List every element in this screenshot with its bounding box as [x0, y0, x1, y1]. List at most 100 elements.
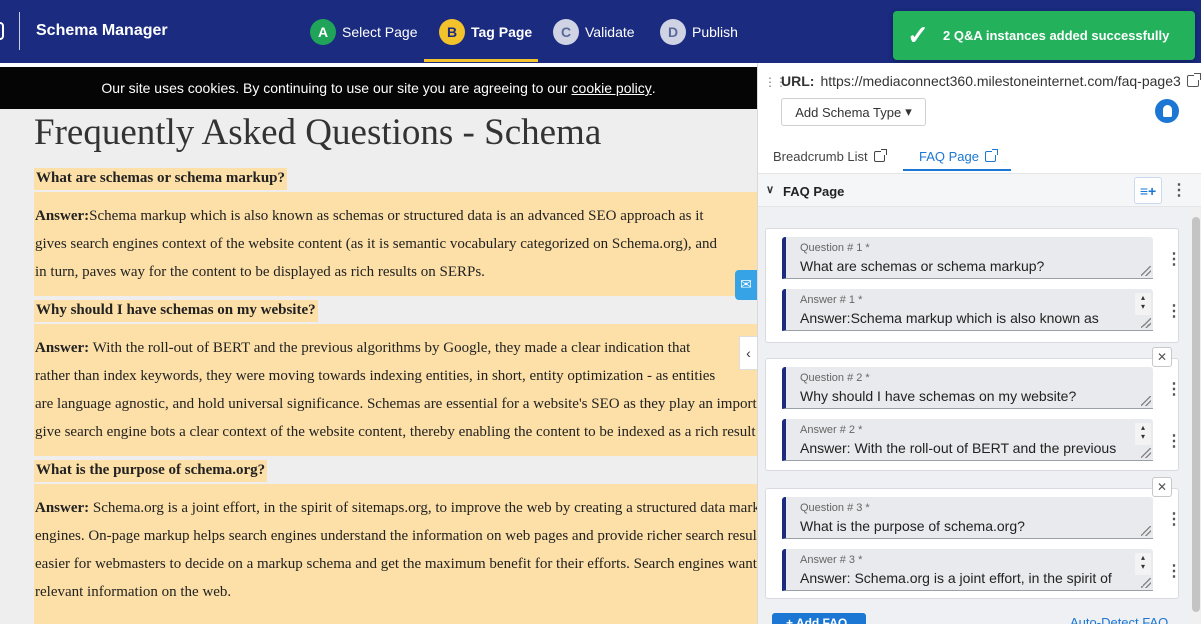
preview-page-title: Frequently Asked Questions - Schema	[34, 112, 602, 153]
preview-question[interactable]: What is the purpose of schema.org?	[34, 460, 268, 482]
external-link-icon[interactable]	[1186, 73, 1201, 87]
step-tag-page[interactable]: B Tag Page	[439, 18, 532, 46]
answer-field[interactable]: Answer # 1 * Answer:Schema markup which …	[782, 289, 1153, 331]
answer-line: rather than index keywords, they were mo…	[35, 368, 716, 384]
step-a-badge: A	[310, 19, 336, 45]
field-label: Question # 2 *	[800, 372, 870, 384]
field-value: Answer:Schema markup which is also known…	[800, 310, 1099, 326]
more-vert-icon[interactable]: ⋮	[1166, 304, 1182, 320]
more-vert-icon[interactable]: ⋮	[1166, 434, 1182, 450]
answer-lead: Answer:	[35, 208, 90, 224]
add-faq-button[interactable]: + Add FAQ	[772, 613, 866, 624]
check-icon: ✓	[907, 20, 929, 50]
more-vert-icon[interactable]: ⋮	[1166, 512, 1182, 528]
preview-answer[interactable]: Answer: With the roll-out of BERT and th…	[34, 324, 757, 456]
field-value: What is the purpose of schema.org?	[800, 518, 1025, 534]
resize-handle-icon[interactable]	[1141, 578, 1151, 588]
step-label: Publish	[692, 24, 738, 40]
step-select-page[interactable]: A Select Page	[310, 18, 418, 46]
preview-question[interactable]: Why should I have schemas on my website?	[34, 300, 318, 322]
field-value: Why should I have schemas on my website?	[800, 388, 1077, 404]
step-d-badge: D	[660, 19, 686, 45]
answer-line: relevant information on the web.	[35, 584, 232, 600]
faq-card: Question # 2 * Why should I have schemas…	[765, 358, 1182, 471]
page-url: https://mediaconnect360.milestoneinterne…	[820, 73, 1181, 89]
external-link-icon[interactable]	[984, 149, 998, 162]
step-c-badge: C	[553, 19, 579, 45]
resize-handle-icon[interactable]	[1141, 448, 1151, 458]
scroll-arrows-icon[interactable]: ▴ ▾	[1135, 423, 1151, 445]
caret-down-icon: ▾	[905, 104, 912, 119]
answer-lead: Answer:	[35, 340, 90, 356]
step-label: Select Page	[342, 24, 418, 40]
page-preview: Frequently Asked Questions - Schema What…	[0, 109, 757, 624]
more-vert-icon[interactable]: ⋮	[1166, 564, 1182, 580]
add-schema-label: Add Schema Type	[795, 104, 902, 120]
step-publish[interactable]: D Publish	[660, 18, 738, 46]
more-vert-icon[interactable]: ⋮	[1171, 183, 1187, 199]
field-label: Question # 1 *	[800, 242, 870, 254]
faq-list: Question # 1 * What are schemas or schem…	[758, 207, 1190, 624]
section-title: FAQ Page	[783, 184, 845, 199]
playlist-add-icon[interactable]: ≡+	[1134, 177, 1162, 204]
success-toast: ✓ 2 Q&A instances added successfully	[893, 11, 1195, 60]
more-vert-icon[interactable]: ⋮	[1166, 252, 1182, 268]
add-schema-type-button[interactable]: Add Schema Type ▾	[781, 98, 926, 126]
resize-handle-icon[interactable]	[1141, 526, 1151, 536]
panel-scrollbar[interactable]	[1190, 207, 1201, 624]
question-field[interactable]: Question # 3 * What is the purpose of sc…	[782, 497, 1153, 539]
field-label: Answer # 3 *	[800, 554, 863, 566]
faq-section-header[interactable]: ∨ FAQ Page ≡+ ⋮	[758, 173, 1201, 207]
field-value: Answer: With the roll-out of BERT and th…	[800, 440, 1117, 456]
chevron-down-icon[interactable]: ∨	[766, 183, 774, 196]
chat-icon[interactable]: ✉	[735, 270, 757, 300]
answer-line: are language agnostic, and hold universa…	[35, 396, 757, 412]
close-icon[interactable]: ✕	[1152, 347, 1172, 367]
preview-question[interactable]: What are schemas or schema markup?	[34, 168, 288, 190]
question-field[interactable]: Question # 1 * What are schemas or schem…	[782, 237, 1153, 279]
cookie-text-end: .	[651, 80, 656, 96]
tab-breadcrumb-list[interactable]: Breadcrumb List	[773, 149, 887, 164]
answer-line: gives search engines context of the webs…	[35, 236, 717, 252]
url-label: URL:	[781, 73, 815, 89]
tab-faq-page[interactable]: FAQ Page	[919, 149, 998, 164]
scroll-arrows-icon[interactable]: ▴ ▾	[1135, 553, 1151, 575]
answer-field[interactable]: Answer # 2 * Answer: With the roll-out o…	[782, 419, 1153, 461]
scrollbar-thumb[interactable]	[1192, 217, 1200, 612]
preview-answer[interactable]: Answer: Schema.org is a joint effort, in…	[34, 484, 757, 624]
answer-line: Schema.org is a joint effort, in the spi…	[89, 500, 757, 516]
cookie-policy-link[interactable]: cookie policy	[572, 80, 652, 96]
field-label: Answer # 1 *	[800, 294, 863, 306]
resize-handle-icon[interactable]	[1141, 318, 1151, 328]
answer-line: engines. On-page markup helps search eng…	[35, 528, 757, 544]
field-value: What are schemas or schema markup?	[800, 258, 1045, 274]
app-logo-icon	[0, 22, 4, 40]
answer-field[interactable]: Answer # 3 * Answer: Schema.org is a joi…	[782, 549, 1153, 591]
answer-line: Schema markup which is also known as sch…	[89, 208, 704, 224]
answer-line: easier for webmasters to decide on a mar…	[35, 556, 757, 572]
schema-tabs: Breadcrumb List FAQ Page	[758, 141, 1201, 171]
cookie-banner: Our site uses cookies. By continuing to …	[0, 67, 757, 109]
step-label: Tag Page	[471, 24, 533, 40]
top-bar: Schema Manager A Select Page B Tag Page …	[0, 0, 1201, 63]
step-validate[interactable]: C Validate	[553, 18, 635, 46]
more-vert-icon[interactable]: ⋮	[1166, 382, 1182, 398]
resize-handle-icon[interactable]	[1141, 266, 1151, 276]
field-label: Answer # 2 *	[800, 424, 863, 436]
preview-answer[interactable]: Answer:Schema markup which is also known…	[34, 192, 757, 296]
schema-panel: ⋮ ⋮ URL: https://mediaconnect360.mileston…	[757, 63, 1201, 624]
lightbulb-icon[interactable]	[1155, 99, 1179, 123]
chevron-left-icon[interactable]: ‹	[739, 336, 757, 370]
external-link-icon[interactable]	[873, 149, 887, 162]
resize-handle-icon[interactable]	[1141, 396, 1151, 406]
faq-card: Question # 1 * What are schemas or schem…	[765, 228, 1182, 343]
question-field[interactable]: Question # 2 * Why should I have schemas…	[782, 367, 1153, 409]
answer-line: in turn, paves way for the content to be…	[35, 264, 485, 280]
url-row: URL: https://mediaconnect360.milestonein…	[781, 73, 1201, 89]
close-icon[interactable]: ✕	[1152, 477, 1172, 497]
active-tab-indicator	[903, 169, 1011, 171]
step-label: Validate	[585, 24, 635, 40]
auto-detect-faq-link[interactable]: Auto-Detect FAQ	[1070, 615, 1168, 624]
scroll-arrows-icon[interactable]: ▴ ▾	[1135, 293, 1151, 315]
field-label: Question # 3 *	[800, 502, 870, 514]
